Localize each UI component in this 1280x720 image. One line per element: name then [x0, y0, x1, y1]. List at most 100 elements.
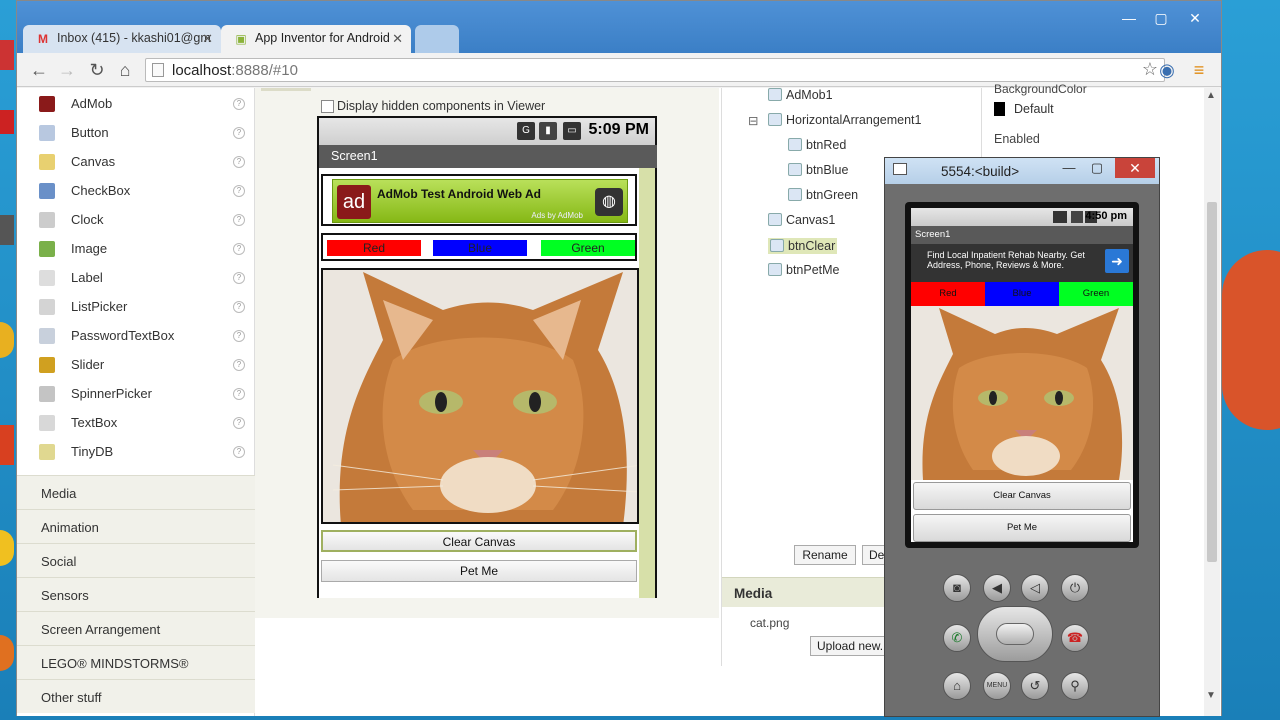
menu-button[interactable]: MENU — [983, 672, 1011, 700]
tab-app-inventor[interactable]: ▣ App Inventor for Android ✕ — [221, 25, 411, 53]
media-file[interactable]: cat.png — [750, 616, 789, 630]
horizontal-arrangement[interactable]: Red Blue Green — [321, 233, 637, 261]
palette-item-label[interactable]: Label? — [39, 264, 245, 293]
menu-icon[interactable]: ≡ — [1187, 59, 1211, 81]
tree-node-canvas1[interactable]: Canvas1 — [768, 213, 835, 227]
minimize-icon[interactable]: — — [1057, 160, 1081, 175]
palette-item-listpicker[interactable]: ListPicker? — [39, 293, 245, 322]
dpad-center[interactable] — [996, 623, 1034, 645]
desktop-icon[interactable] — [0, 425, 14, 465]
maximize-icon[interactable]: ▢ — [1149, 9, 1173, 27]
help-icon[interactable]: ? — [233, 417, 245, 429]
new-tab-button[interactable] — [415, 25, 459, 53]
help-icon[interactable]: ? — [233, 330, 245, 342]
close-tab-icon[interactable]: ✕ — [202, 31, 213, 47]
scroll-down-icon[interactable]: ▼ — [1206, 690, 1216, 701]
back-icon[interactable]: ↺ — [1021, 672, 1049, 700]
close-window-icon[interactable]: ✕ — [1115, 158, 1155, 178]
page-scrollbar[interactable]: ▲ ▼ — [1204, 88, 1220, 716]
clear-canvas-button[interactable]: Clear Canvas — [321, 530, 637, 552]
arrow-right-icon[interactable]: ➜ — [1105, 249, 1129, 273]
home-icon[interactable]: ⌂ — [943, 672, 971, 700]
tree-node-btnred[interactable]: btnRed — [788, 138, 846, 152]
palette-category[interactable]: Animation — [17, 509, 255, 543]
help-icon[interactable]: ? — [233, 359, 245, 371]
volume-down-icon[interactable]: ◀ — [983, 574, 1011, 602]
extension-globe-icon[interactable]: ◉ — [1155, 59, 1179, 81]
btn-blue[interactable]: Blue — [433, 240, 527, 256]
help-icon[interactable]: ? — [233, 272, 245, 284]
desktop-icon[interactable] — [0, 215, 14, 245]
tree-node-horizontalarrangement1[interactable]: HorizontalArrangement1 — [768, 113, 922, 127]
palette-category[interactable]: Social — [17, 543, 255, 577]
help-icon[interactable]: ? — [233, 214, 245, 226]
desktop-icon[interactable] — [0, 40, 14, 70]
minimize-icon[interactable]: — — [1117, 9, 1141, 27]
collapse-toggle-icon[interactable]: ⊟ — [748, 113, 758, 128]
palette-item-button[interactable]: Button? — [39, 119, 245, 148]
camera-icon[interactable]: ◙ — [943, 574, 971, 602]
background-color-value[interactable]: Default — [1014, 102, 1054, 116]
admob-component[interactable]: ad AdMob Test Android Web Ad Ads by AdMo… — [321, 174, 637, 226]
btn-green[interactable]: Green — [541, 240, 635, 256]
tree-node-btngreen[interactable]: btnGreen — [788, 188, 858, 202]
volume-up-icon[interactable]: ◁ — [1021, 574, 1049, 602]
hidden-components-checkbox[interactable] — [321, 100, 334, 113]
rename-button[interactable]: Rename — [794, 545, 856, 565]
palette-category[interactable]: Sensors — [17, 577, 255, 611]
palette-item-slider[interactable]: Slider? — [39, 351, 245, 380]
end-call-icon[interactable]: ☎ — [1061, 624, 1089, 652]
help-icon[interactable]: ? — [233, 127, 245, 139]
forward-arrow-icon[interactable]: → — [55, 59, 79, 81]
desktop-icon[interactable] — [0, 110, 14, 134]
palette-item-image[interactable]: Image? — [39, 235, 245, 264]
help-icon[interactable]: ? — [233, 185, 245, 197]
tree-node-btnpetme[interactable]: btnPetMe — [768, 263, 840, 277]
help-icon[interactable]: ? — [233, 98, 245, 110]
emulator-canvas[interactable] — [911, 306, 1133, 480]
help-icon[interactable]: ? — [233, 388, 245, 400]
emu-btn-blue[interactable]: Blue — [985, 282, 1059, 306]
palette-item-clock[interactable]: Clock? — [39, 206, 245, 235]
help-icon[interactable]: ? — [233, 243, 245, 255]
back-arrow-icon[interactable]: ← — [27, 59, 51, 81]
tree-node-btnblue[interactable]: btnBlue — [788, 163, 848, 177]
emu-btn-red[interactable]: Red — [911, 282, 985, 306]
dpad[interactable] — [977, 606, 1053, 662]
palette-item-spinnerpicker[interactable]: SpinnerPicker? — [39, 380, 245, 409]
scroll-up-icon[interactable]: ▲ — [1206, 90, 1216, 101]
home-icon[interactable]: ⌂ — [113, 59, 137, 81]
palette-item-passwordtextbox[interactable]: PasswordTextBox? — [39, 322, 245, 351]
desktop-icon[interactable] — [0, 635, 14, 671]
power-icon[interactable]: ⏻ — [1061, 574, 1089, 602]
help-icon[interactable]: ? — [233, 301, 245, 313]
palette-item-admob[interactable]: AdMob? — [39, 90, 245, 119]
palette-category[interactable]: Media — [17, 475, 255, 509]
reload-icon[interactable]: ↻ — [85, 59, 109, 81]
address-bar[interactable]: localhost:8888/#10 ☆ — [145, 58, 1165, 82]
emulator-ad-banner[interactable]: Find Local Inpatient Rehab Nearby. Get A… — [911, 244, 1133, 282]
tab-gmail[interactable]: M Inbox (415) - kkashi01@gm ✕ — [23, 25, 221, 53]
close-tab-icon[interactable]: ✕ — [392, 31, 403, 47]
palette-category[interactable]: Other stuff — [17, 679, 255, 713]
emu-pet-me-button[interactable]: Pet Me — [913, 514, 1131, 542]
palette-category[interactable]: LEGO® MINDSTORMS® — [17, 645, 255, 679]
pet-me-button[interactable]: Pet Me — [321, 560, 637, 582]
help-icon[interactable]: ? — [233, 446, 245, 458]
emu-btn-green[interactable]: Green — [1059, 282, 1133, 306]
palette-category[interactable]: Screen Arrangement — [17, 611, 255, 645]
close-window-icon[interactable]: ✕ — [1183, 9, 1207, 27]
palette-item-tinydb[interactable]: TinyDB? — [39, 438, 245, 467]
call-icon[interactable]: ✆ — [943, 624, 971, 652]
maximize-icon[interactable]: ▢ — [1085, 160, 1109, 176]
tree-node-btnclear[interactable]: btnClear — [768, 238, 838, 254]
color-swatch[interactable] — [994, 102, 1005, 116]
palette-item-canvas[interactable]: Canvas? — [39, 148, 245, 177]
btn-red[interactable]: Red — [327, 240, 421, 256]
emu-clear-canvas-button[interactable]: Clear Canvas — [913, 482, 1131, 510]
tree-node-admob1[interactable]: AdMob1 — [768, 88, 833, 102]
desktop-icon[interactable] — [0, 322, 14, 358]
search-icon[interactable]: ⚲ — [1061, 672, 1089, 700]
desktop-icon[interactable] — [0, 530, 14, 566]
palette-item-checkbox[interactable]: CheckBox? — [39, 177, 245, 206]
